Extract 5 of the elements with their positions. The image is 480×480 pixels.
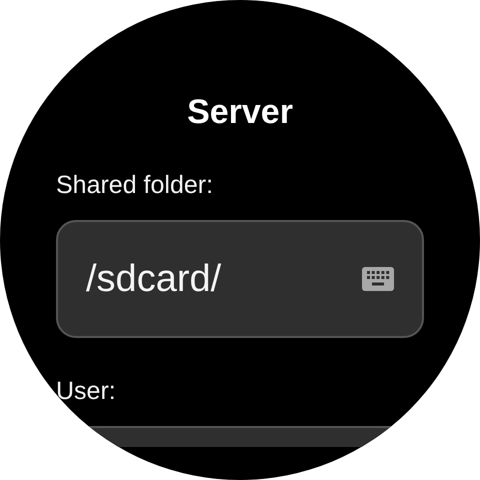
input-field[interactable]: /sdcard/ xyxy=(56,220,424,338)
screen-title: Server xyxy=(186,93,294,131)
field-label: User: xyxy=(56,376,117,406)
field-label: Shared folder: xyxy=(56,170,214,200)
keyboard-icon[interactable] xyxy=(362,267,394,291)
